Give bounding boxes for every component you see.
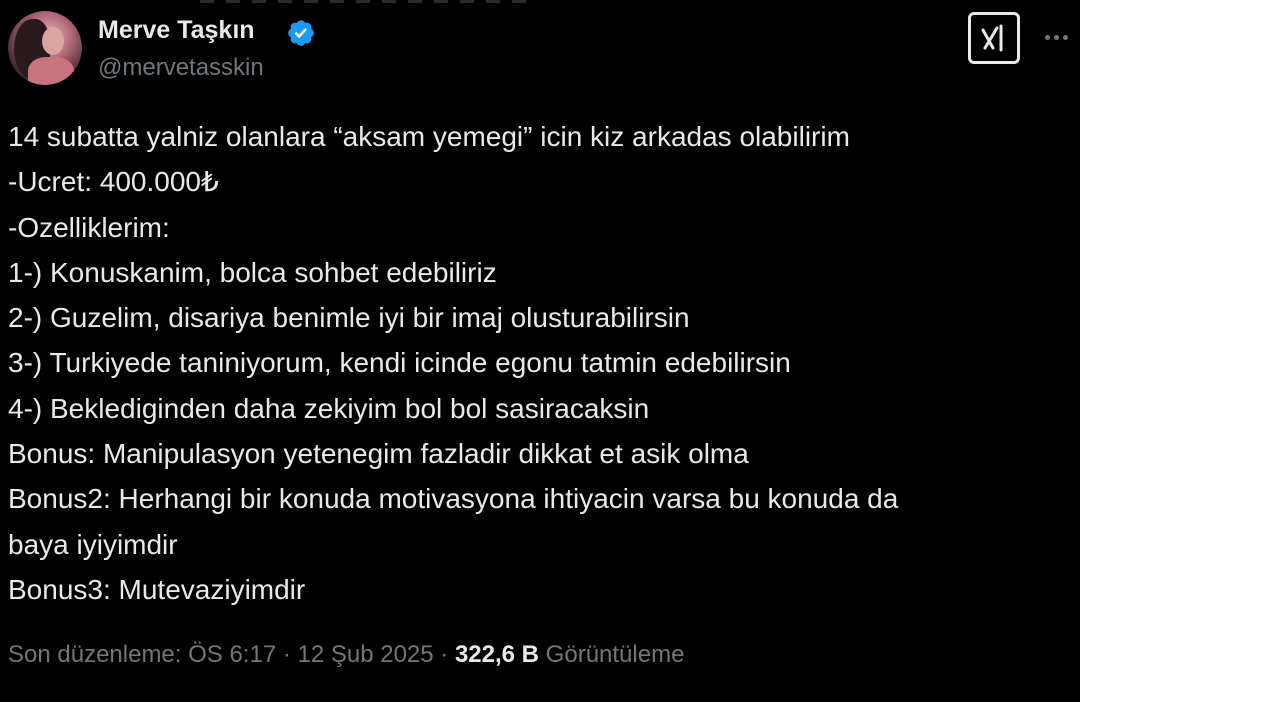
more-options-icon bbox=[1044, 34, 1050, 40]
more-options-button[interactable] bbox=[1038, 22, 1074, 52]
grok-button[interactable] bbox=[968, 12, 1020, 64]
grok-icon bbox=[981, 24, 1003, 52]
tweet-line: -Ozelliklerim: bbox=[8, 211, 170, 243]
tweet-text: 14 subatta yalniz olanlara “aksam yemegi… bbox=[8, 114, 1070, 612]
verified-badge-icon bbox=[288, 20, 314, 46]
tweet-line: baya iyiyimdir bbox=[8, 528, 178, 560]
tweet-line: Bonus3: Mutevaziyimdir bbox=[8, 573, 306, 605]
tweet-line: 1-) Konuskanim, bolca sohbet edebiliriz bbox=[8, 256, 497, 288]
tweet-line: Bonus: Manipulasyon yetenegim fazladir d… bbox=[8, 438, 749, 470]
views-count: 322,6 B bbox=[454, 641, 540, 668]
tweet-line: 3-) Turkiyede taniniyorum, kendi icinde … bbox=[8, 347, 791, 379]
user-handle[interactable]: @mervetasskin bbox=[98, 54, 264, 82]
cropped-previous-content bbox=[200, 0, 530, 3]
tweet-card: Merve Taşkın @mervetasskin 14 subatta ya… bbox=[0, 0, 1080, 702]
tweet-line: 14 subatta yalniz olanlara “aksam yemegi… bbox=[8, 121, 850, 152]
tweet-line: 2-) Guzelim, disariya benimle iyi bir im… bbox=[8, 302, 690, 334]
edited-timestamp[interactable]: Son düzenleme: ÖS 6:17 · 12 Şub 2025 · bbox=[8, 641, 455, 668]
display-name[interactable]: Merve Taşkın bbox=[98, 16, 255, 45]
tweet-line: -Ucret: 400.000₺ bbox=[8, 166, 219, 198]
avatar[interactable] bbox=[8, 11, 82, 85]
tweet-meta: Son düzenleme: ÖS 6:17 · 12 Şub 2025 · 3… bbox=[8, 641, 684, 669]
tweet-line: 4-) Beklediginden daha zekiyim bol bol s… bbox=[8, 392, 650, 424]
views-label: Görüntüleme bbox=[539, 641, 685, 668]
tweet-line: Bonus2: Herhangi bir konuda motivasyona … bbox=[8, 483, 899, 515]
